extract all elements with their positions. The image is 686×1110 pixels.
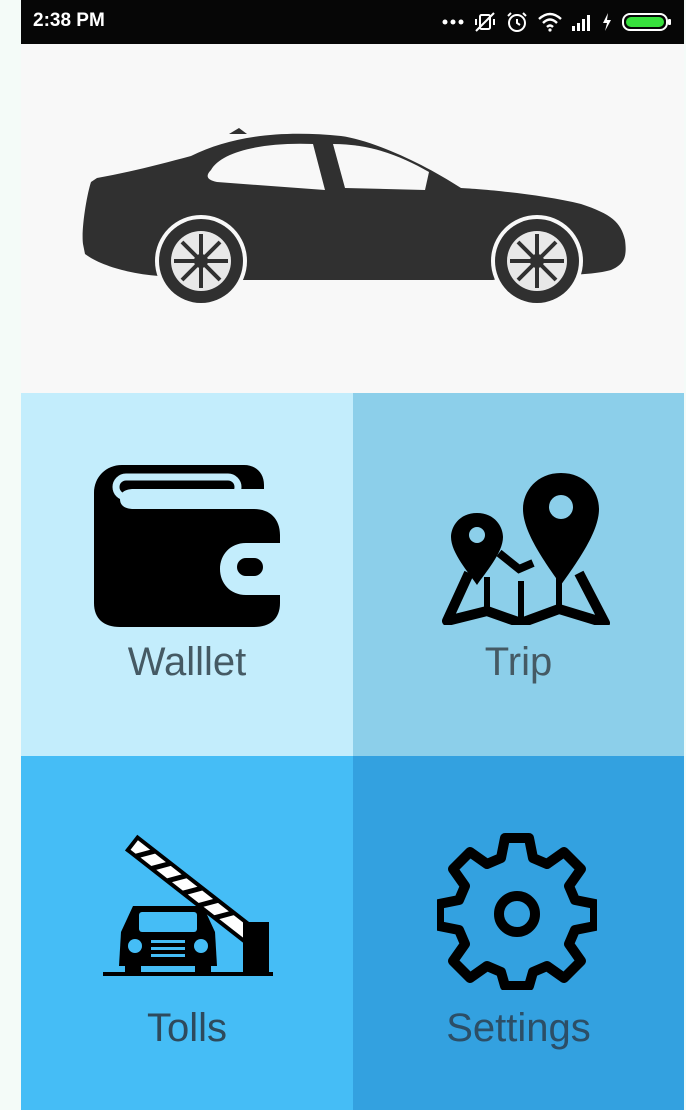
trip-label: Trip	[484, 640, 553, 684]
wallet-icon	[94, 465, 280, 627]
battery-icon	[622, 13, 671, 31]
hero-banner	[21, 44, 684, 393]
signal-icon	[572, 15, 590, 31]
map-pins-icon	[442, 473, 610, 625]
tolls-label: Tolls	[146, 1006, 228, 1050]
front-wheel	[155, 215, 247, 307]
wifi-icon	[538, 12, 562, 32]
rear-wheel	[491, 215, 583, 307]
alarm-icon	[507, 12, 527, 32]
charging-icon	[603, 13, 611, 31]
toll-barrier-icon	[103, 834, 273, 976]
wallet-label: Walllet	[127, 640, 247, 684]
status-time: 2:38 PM	[33, 10, 105, 31]
settings-label: Settings	[446, 1006, 591, 1050]
status-icons	[442, 6, 672, 38]
vibrate-off-icon	[475, 12, 495, 32]
wallet-tile[interactable]: Walllet	[21, 393, 353, 756]
app-screen: 2:38 PM Walllet Trip Tolls Settings	[21, 0, 684, 1110]
status-bar: 2:38 PM	[21, 0, 684, 44]
trip-tile[interactable]: Trip	[353, 393, 684, 756]
more-dots-icon	[442, 19, 464, 25]
gear-icon	[437, 833, 597, 990]
settings-tile[interactable]: Settings	[353, 756, 684, 1110]
car-icon	[82, 128, 626, 307]
tolls-tile[interactable]: Tolls	[21, 756, 353, 1110]
